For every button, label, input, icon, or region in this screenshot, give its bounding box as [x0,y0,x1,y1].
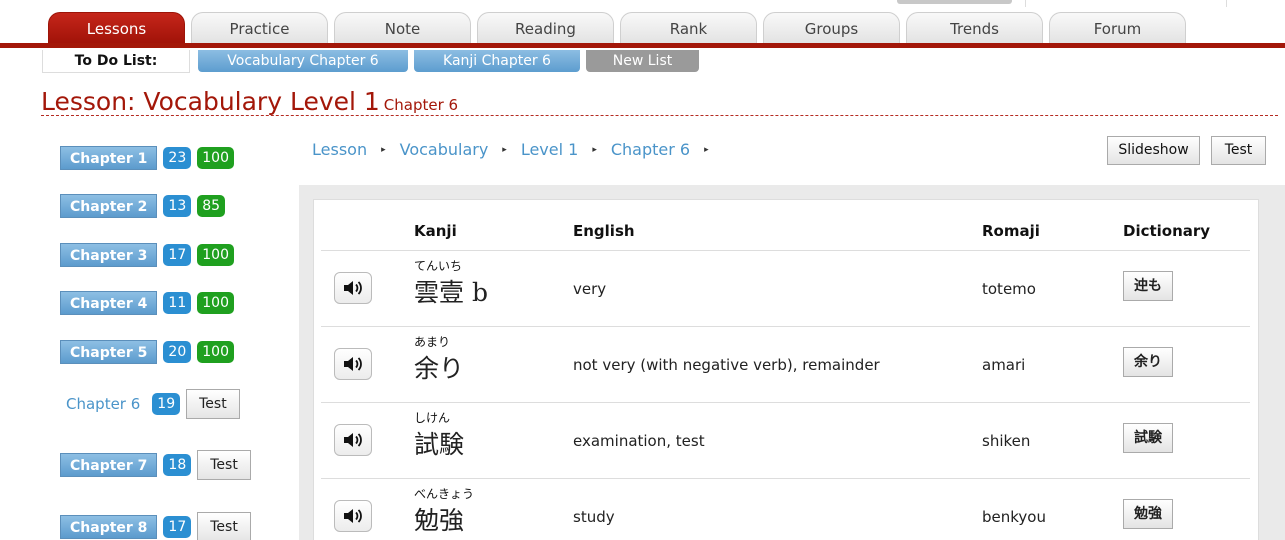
page-title: Lesson: Vocabulary Level 1 Chapter 6 [41,87,458,116]
play-audio-button[interactable] [334,424,372,456]
table-row: しけん 試験 examination, test shiken 試験 [321,403,1250,479]
breadcrumb-chapter-6[interactable]: Chapter 6 [611,140,690,159]
kanji-word: 試験 [414,430,465,459]
dictionary-button[interactable]: 勉強 [1123,499,1173,529]
tab-practice[interactable]: Practice [191,12,328,44]
chapter-button[interactable]: Chapter 3 [60,243,158,267]
kanji-word: 勉強 [414,506,465,535]
tab-groups[interactable]: Groups [763,12,900,44]
romaji: amari [982,356,1026,374]
chapter-button[interactable]: Chapter 8 [60,515,158,539]
english-meaning: not very (with negative verb), remainder [573,356,880,374]
furigana: べんきょう [414,487,475,501]
page-title-main: Lesson: Vocabulary Level 1 [41,87,380,116]
romaji: totemo [982,280,1036,298]
chapter-test-button[interactable]: Test [186,389,240,419]
english-meaning: study [573,508,615,526]
title-divider [41,115,1278,116]
todo-item-vocabulary-chapter-6[interactable]: Vocabulary Chapter 6 [198,50,408,72]
column-header-kanji: Kanji [414,222,457,240]
word-count-badge: 13 [163,195,192,217]
score-badge: 100 [197,147,234,169]
table-row: てんいち 雲壹 b very totemo 迚も [321,251,1250,327]
tab-lessons[interactable]: Lessons [48,12,185,44]
current-chapter-label[interactable]: Chapter 6 [60,392,146,416]
table-row: あまり 余り not very (with negative verb), re… [321,327,1250,403]
column-header-romaji: Romaji [982,222,1040,240]
tab-reading[interactable]: Reading [477,12,614,44]
breadcrumb: Lesson ▸ Vocabulary ▸ Level 1 ▸ Chapter … [312,140,723,159]
word-count-badge: 17 [163,516,192,538]
todo-item-kanji-chapter-6[interactable]: Kanji Chapter 6 [414,50,580,72]
score-badge: 100 [197,244,234,266]
score-badge: 100 [197,341,234,363]
sidebar-chapter-5: Chapter 5 20 100 [60,339,234,365]
furigana: てんいち [414,259,463,273]
chapter-button[interactable]: Chapter 1 [60,146,158,170]
score-badge: 100 [197,292,234,314]
dictionary-button[interactable]: 迚も [1123,271,1173,301]
sidebar-chapter-7: Chapter 7 18 Test [60,450,251,480]
score-badge: 85 [197,195,226,217]
chapter-test-button[interactable]: Test [197,512,251,540]
furigana: しけん [414,411,451,425]
dictionary-button[interactable]: 余り [1123,347,1173,377]
sidebar-chapter-8: Chapter 8 17 Test [60,512,251,540]
english-meaning: examination, test [573,432,705,450]
tab-rank[interactable]: Rank [620,12,757,44]
english-meaning: very [573,280,607,298]
speaker-icon [344,357,362,371]
top-bar-fragment [897,0,1012,4]
kanji-word: 余り [414,354,465,383]
top-divider [1025,0,1026,7]
romaji: benkyou [982,508,1046,526]
speaker-icon [344,281,362,295]
word-count-badge: 23 [163,147,192,169]
slideshow-button[interactable]: Slideshow [1107,136,1200,165]
breadcrumb-level-1[interactable]: Level 1 [521,140,579,159]
romaji: shiken [982,432,1031,450]
sidebar-chapter-1: Chapter 1 23 100 [60,145,234,171]
column-header-dictionary: Dictionary [1123,222,1211,240]
tab-forum[interactable]: Forum [1049,12,1186,44]
word-count-badge: 11 [163,292,192,314]
tab-trends[interactable]: Trends [906,12,1043,44]
sidebar-chapter-4: Chapter 4 11 100 [60,290,234,316]
chapter-button[interactable]: Chapter 7 [60,453,158,477]
sidebar-chapter-6-current: Chapter 6 19 Test [60,389,240,419]
word-count-badge: 20 [163,341,192,363]
table-row: べんきょう 勉強 study benkyou 勉強 [321,479,1250,540]
tab-note[interactable]: Note [334,12,471,44]
breadcrumb-separator-icon: ▸ [381,144,386,155]
chapter-button[interactable]: Chapter 4 [60,291,158,315]
chapter-button[interactable]: Chapter 2 [60,194,158,218]
word-count-badge: 17 [163,244,192,266]
column-header-english: English [573,222,635,240]
breadcrumb-separator-icon: ▸ [704,144,709,155]
breadcrumb-separator-icon: ▸ [592,144,597,155]
test-button[interactable]: Test [1211,136,1266,165]
play-audio-button[interactable] [334,272,372,304]
chapter-button[interactable]: Chapter 5 [60,340,158,364]
play-audio-button[interactable] [334,500,372,532]
breadcrumb-vocabulary[interactable]: Vocabulary [400,140,489,159]
sidebar-chapter-3: Chapter 3 17 100 [60,242,234,268]
word-count-badge: 19 [152,393,181,415]
breadcrumb-lesson[interactable]: Lesson [312,140,367,159]
page-title-chapter: Chapter 6 [383,96,459,114]
nav-underline-bar [0,43,1285,48]
breadcrumb-separator-icon: ▸ [502,144,507,155]
chapter-test-button[interactable]: Test [197,450,251,480]
top-divider [1226,0,1227,7]
sidebar-chapter-2: Chapter 2 13 85 [60,193,226,219]
furigana: あまり [414,335,451,349]
speaker-icon [344,433,362,447]
todo-list-label: To Do List: [42,50,190,73]
dictionary-button[interactable]: 試験 [1123,423,1173,453]
speaker-icon [344,509,362,523]
word-count-badge: 18 [163,454,192,476]
play-audio-button[interactable] [334,348,372,380]
kanji-word: 雲壹 b [414,278,488,307]
todo-item-new-list[interactable]: New List [586,50,699,72]
